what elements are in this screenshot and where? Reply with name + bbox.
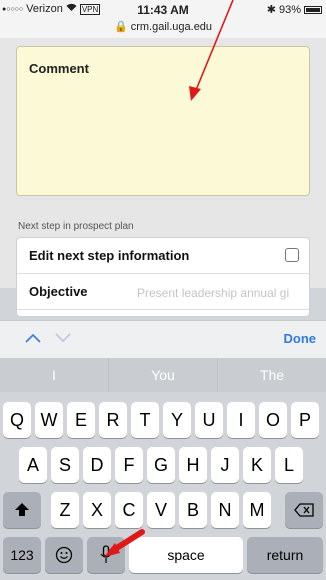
comment-field[interactable]: Comment	[16, 46, 310, 196]
edit-next-step-label: Edit next step information	[29, 248, 190, 263]
bluetooth-icon: ✱	[266, 4, 276, 16]
key-j[interactable]: J	[211, 447, 239, 483]
key-a[interactable]: A	[19, 447, 47, 483]
key-t[interactable]: T	[131, 402, 159, 438]
suggestion-3[interactable]: The	[218, 358, 326, 392]
key-i[interactable]: I	[227, 402, 255, 438]
emoji-key[interactable]	[45, 537, 83, 573]
next-field-button[interactable]	[52, 327, 74, 349]
key-k[interactable]: K	[243, 447, 271, 483]
emoji-icon	[55, 546, 73, 564]
objective-label: Objective	[29, 284, 88, 299]
key-e[interactable]: E	[67, 402, 95, 438]
url-text: crm.gail.uga.edu	[130, 21, 213, 33]
form-area: Comment Next step in prospect plan Edit …	[0, 38, 326, 317]
suggestion-1[interactable]: I	[0, 358, 109, 392]
suggestion-2[interactable]: You	[109, 358, 218, 392]
shift-key[interactable]	[3, 492, 41, 528]
next-step-fields: Edit next step information Objective Pre…	[16, 237, 310, 317]
url-bar[interactable]: 🔒 crm.gail.uga.edu	[0, 20, 326, 33]
lock-icon: 🔒	[113, 21, 128, 33]
chevron-down-icon	[55, 333, 71, 343]
status-bar: ●○○○○ Verizon VPN 11:43 AM 🔒 crm.gail.ug…	[0, 0, 326, 38]
objective-input[interactable]: Present leadership annual gi	[137, 286, 289, 300]
key-s[interactable]: S	[51, 447, 79, 483]
predictive-bar: I You The	[0, 358, 326, 392]
shift-arrow-icon	[15, 503, 29, 516]
backspace-icon	[294, 503, 314, 517]
battery-info: ✱ 93%	[267, 3, 322, 16]
section-label: Next step in prospect plan	[18, 221, 134, 232]
key-w[interactable]: W	[35, 402, 63, 438]
space-key[interactable]: space	[129, 537, 243, 573]
key-d[interactable]: D	[83, 447, 111, 483]
key-v[interactable]: V	[147, 492, 175, 528]
previous-field-button[interactable]	[22, 327, 44, 349]
edit-next-step-row[interactable]: Edit next step information	[17, 238, 309, 274]
keyboard-toolbar: Done	[0, 320, 326, 358]
numbers-key[interactable]: 123	[3, 537, 41, 573]
keyboard: I You The Q W E R T Y U I O P A S D F G …	[0, 358, 326, 580]
key-g[interactable]: G	[147, 447, 175, 483]
key-z[interactable]: Z	[51, 492, 79, 528]
battery-icon	[304, 5, 322, 14]
key-l[interactable]: L	[275, 447, 303, 483]
key-n[interactable]: N	[211, 492, 239, 528]
chevron-up-icon	[25, 333, 41, 343]
key-q[interactable]: Q	[3, 402, 31, 438]
edit-next-step-checkbox[interactable]	[285, 248, 299, 262]
key-b[interactable]: B	[179, 492, 207, 528]
microphone-icon	[100, 545, 112, 563]
key-r[interactable]: R	[99, 402, 127, 438]
key-x[interactable]: X	[83, 492, 111, 528]
comment-label: Comment	[29, 61, 89, 76]
key-o[interactable]: O	[259, 402, 287, 438]
key-c[interactable]: C	[115, 492, 143, 528]
dictation-key[interactable]	[87, 537, 125, 573]
key-p[interactable]: P	[291, 402, 319, 438]
backspace-key[interactable]	[285, 492, 323, 528]
key-u[interactable]: U	[195, 402, 223, 438]
key-h[interactable]: H	[179, 447, 207, 483]
return-key[interactable]: return	[247, 537, 323, 573]
objective-row[interactable]: Objective Present leadership annual gi	[17, 274, 309, 310]
key-f[interactable]: F	[115, 447, 143, 483]
done-button[interactable]: Done	[284, 331, 317, 346]
battery-percent: 93%	[278, 3, 301, 16]
key-m[interactable]: M	[243, 492, 271, 528]
key-y[interactable]: Y	[163, 402, 191, 438]
